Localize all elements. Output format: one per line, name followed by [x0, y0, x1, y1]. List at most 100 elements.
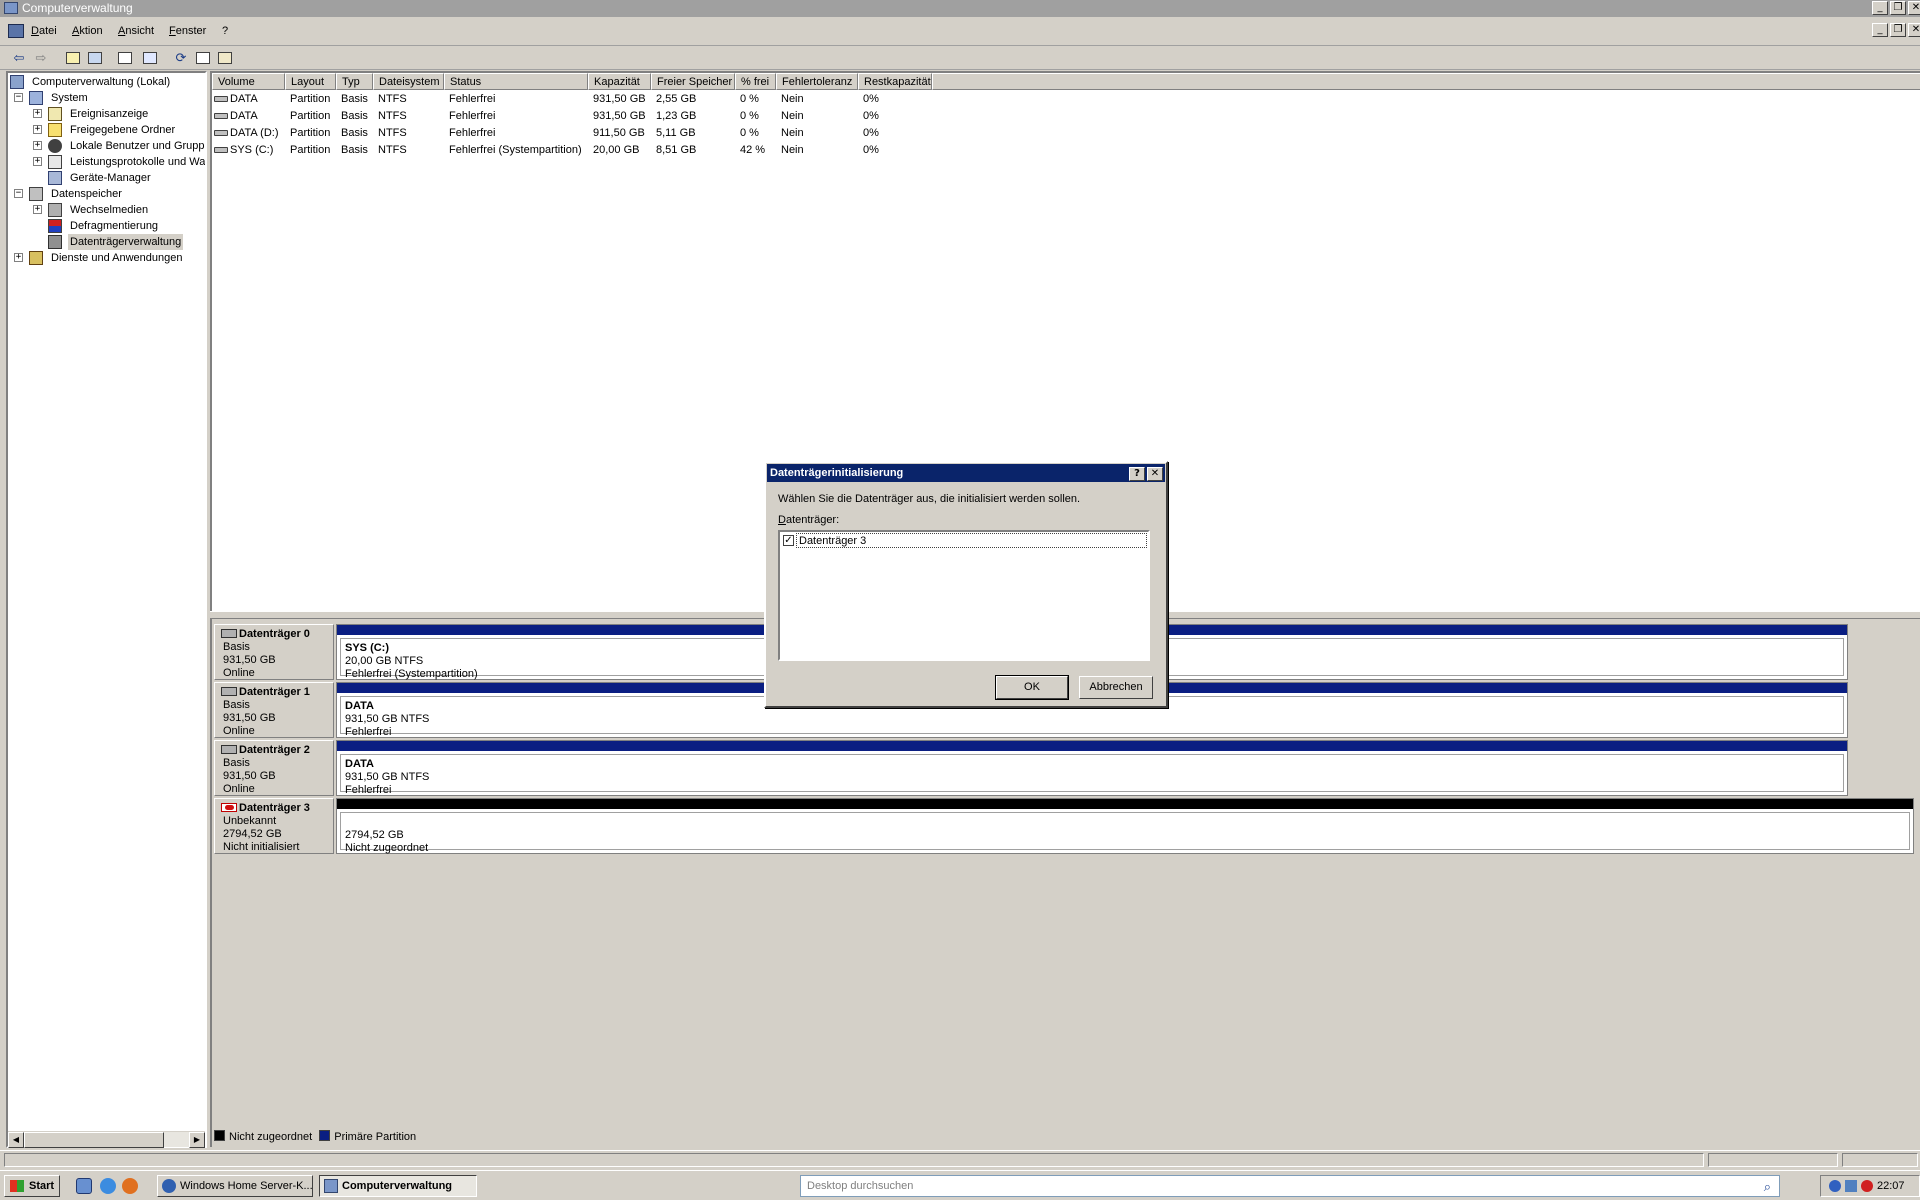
partition-info: DATA 931,50 GB NTFS Fehlerfrei: [340, 754, 1844, 796]
disk-name: Datenträger 2: [221, 744, 333, 757]
expand-toggle[interactable]: +: [33, 109, 42, 118]
ok-button[interactable]: OK: [995, 675, 1069, 700]
disk-initialization-dialog: Datenträgerinitialisierung ? ✕ Wählen Si…: [764, 461, 1168, 708]
search-tray-icon[interactable]: [1845, 1180, 1857, 1192]
list-item[interactable]: ✓ Datenträger 3: [781, 533, 1147, 548]
refresh-icon[interactable]: ⟳: [172, 49, 190, 67]
doc-restore-button[interactable]: ❐: [1890, 23, 1906, 37]
hard-disk-icon: [221, 745, 237, 754]
expand-toggle[interactable]: +: [33, 141, 42, 150]
expand-toggle[interactable]: +: [33, 125, 42, 134]
column-prozent-frei[interactable]: % frei: [735, 73, 776, 90]
task-windows-home-server[interactable]: Windows Home Server-K...: [157, 1175, 313, 1197]
menu-aktion[interactable]: Aktion: [72, 25, 103, 37]
disk-selection-list[interactable]: ✓ Datenträger 3: [778, 530, 1150, 661]
forward-arrow-icon[interactable]: ⇨: [32, 49, 50, 67]
partition-info: 2794,52 GB Nicht zugeordnet: [340, 812, 1910, 854]
column-freier-speicher[interactable]: Freier Speicher: [651, 73, 735, 90]
help-tray-icon[interactable]: [1829, 1180, 1841, 1192]
column-fehlertoleranz[interactable]: Fehlertoleranz: [776, 73, 858, 90]
expand-toggle[interactable]: +: [14, 253, 23, 262]
partition-name: DATA: [345, 700, 374, 712]
disk-label-3[interactable]: Datenträger 3 Unbekannt 2794,52 GB Nicht in…: [214, 798, 334, 854]
mmc-document-icon[interactable]: [8, 24, 24, 38]
disk-label-2[interactable]: Datenträger 2 Basis 931,50 GB Online: [214, 740, 334, 796]
legend-unallocated-label: Nicht zugeordnet: [229, 1131, 313, 1143]
restore-button[interactable]: ❐: [1890, 1, 1906, 15]
dialog-help-button[interactable]: ?: [1129, 467, 1145, 481]
disk-label-1[interactable]: Datenträger 1 Basis 931,50 GB Online: [214, 682, 334, 738]
disk-state: Nicht initialisiert: [223, 841, 300, 853]
internet-explorer-icon[interactable]: [100, 1178, 116, 1194]
tree-horizontal-scrollbar[interactable]: ◀ ▶: [8, 1131, 205, 1148]
up-folder-icon[interactable]: [64, 49, 82, 67]
legend-unallocated-swatch: [214, 1130, 225, 1141]
search-icon[interactable]: ⌕: [1764, 1178, 1771, 1198]
table-cell: 0 %: [740, 110, 759, 122]
volume-drive-icon: [214, 96, 228, 102]
performance-logs-icon: [48, 155, 62, 169]
column-dateisystem[interactable]: Dateisystem: [373, 73, 444, 90]
scrollbar-thumb[interactable]: [24, 1132, 164, 1148]
console-tree[interactable]: Computerverwaltung (Lokal) − System + Er…: [6, 71, 207, 1148]
unallocated-region[interactable]: 2794,52 GB Nicht zugeordnet: [336, 798, 1914, 854]
table-row[interactable]: DATA (D:) Partition Basis NTFS Fehlerfrei 911…: [212, 125, 1112, 142]
window-title-bar[interactable]: Computerverwaltung _ ❐ ✕: [0, 0, 1920, 17]
menu-ansicht[interactable]: Ansicht: [118, 25, 154, 37]
show-hide-tree-icon[interactable]: [86, 49, 104, 67]
export-list-icon[interactable]: [194, 49, 212, 67]
back-arrow-icon[interactable]: ⇦: [10, 49, 28, 67]
disk-size: 931,50 GB: [223, 654, 276, 666]
clock[interactable]: 22:07: [1877, 1176, 1905, 1196]
table-cell: Basis: [341, 127, 368, 139]
table-cell: SYS (C:): [230, 144, 274, 156]
menu-fenster[interactable]: Fenster: [169, 25, 206, 37]
column-typ[interactable]: Typ: [336, 73, 373, 90]
menu-datei[interactable]: Datei: [31, 25, 57, 37]
scroll-right-icon[interactable]: ▶: [189, 1132, 205, 1148]
table-row[interactable]: SYS (C:) Partition Basis NTFS Fehlerfrei (Sy…: [212, 142, 1112, 159]
column-status[interactable]: Status: [444, 73, 588, 90]
partition-block[interactable]: DATA 931,50 GB NTFS Fehlerfrei: [336, 740, 1848, 796]
doc-close-button[interactable]: ✕: [1908, 23, 1920, 37]
show-desktop-icon[interactable]: [76, 1178, 92, 1194]
table-row[interactable]: DATA Partition Basis NTFS Fehlerfrei 931,50 G…: [212, 108, 1112, 125]
start-button[interactable]: Start: [4, 1175, 60, 1197]
disk-checkbox[interactable]: ✓: [783, 535, 794, 546]
table-cell: Nein: [781, 110, 804, 122]
table-row[interactable]: DATA Partition Basis NTFS Fehlerfrei 931,50 G…: [212, 91, 1112, 108]
collapse-toggle[interactable]: −: [14, 189, 23, 198]
doc-minimize-button[interactable]: _: [1872, 23, 1888, 37]
table-cell: Fehlerfrei: [449, 110, 496, 122]
column-volume[interactable]: Volume: [212, 73, 285, 90]
defrag-icon: [48, 219, 62, 233]
partition-name: SYS (C:): [345, 642, 389, 654]
expand-toggle[interactable]: +: [33, 205, 42, 214]
settings-icon[interactable]: [216, 49, 234, 67]
cancel-button[interactable]: Abbrechen: [1079, 676, 1153, 699]
collapse-toggle[interactable]: −: [14, 93, 23, 102]
close-button[interactable]: ✕: [1908, 1, 1920, 15]
dialog-close-button[interactable]: ✕: [1147, 467, 1163, 481]
disk-name: Datenträger 0: [221, 628, 333, 641]
menu-help[interactable]: ?: [222, 25, 228, 37]
partition-size: 931,50 GB NTFS: [345, 713, 430, 725]
table-cell: 1,23 GB: [656, 110, 697, 122]
disk-label-0[interactable]: Datenträger 0 Basis 931,50 GB Online: [214, 624, 334, 680]
dialog-title-bar[interactable]: Datenträgerinitialisierung ? ✕: [767, 464, 1165, 482]
scroll-left-icon[interactable]: ◀: [8, 1132, 24, 1148]
column-kapazitaet[interactable]: Kapazität: [588, 73, 651, 90]
column-restkapazitaet[interactable]: Restkapazität: [858, 73, 932, 90]
properties-icon[interactable]: [116, 49, 134, 67]
desktop-search-input[interactable]: Desktop durchsuchen ⌕: [800, 1175, 1780, 1197]
column-layout[interactable]: Layout: [285, 73, 336, 90]
computer-icon: [10, 75, 24, 89]
firefox-icon[interactable]: [122, 1178, 138, 1194]
minimize-button[interactable]: _: [1872, 1, 1888, 15]
network-warning-icon[interactable]: [1861, 1180, 1873, 1192]
task-computerverwaltung[interactable]: Computerverwaltung: [319, 1175, 477, 1197]
expand-toggle[interactable]: +: [33, 157, 42, 166]
help-icon[interactable]: [141, 49, 159, 67]
disk-type: Basis: [223, 641, 250, 653]
table-cell: Basis: [341, 144, 368, 156]
